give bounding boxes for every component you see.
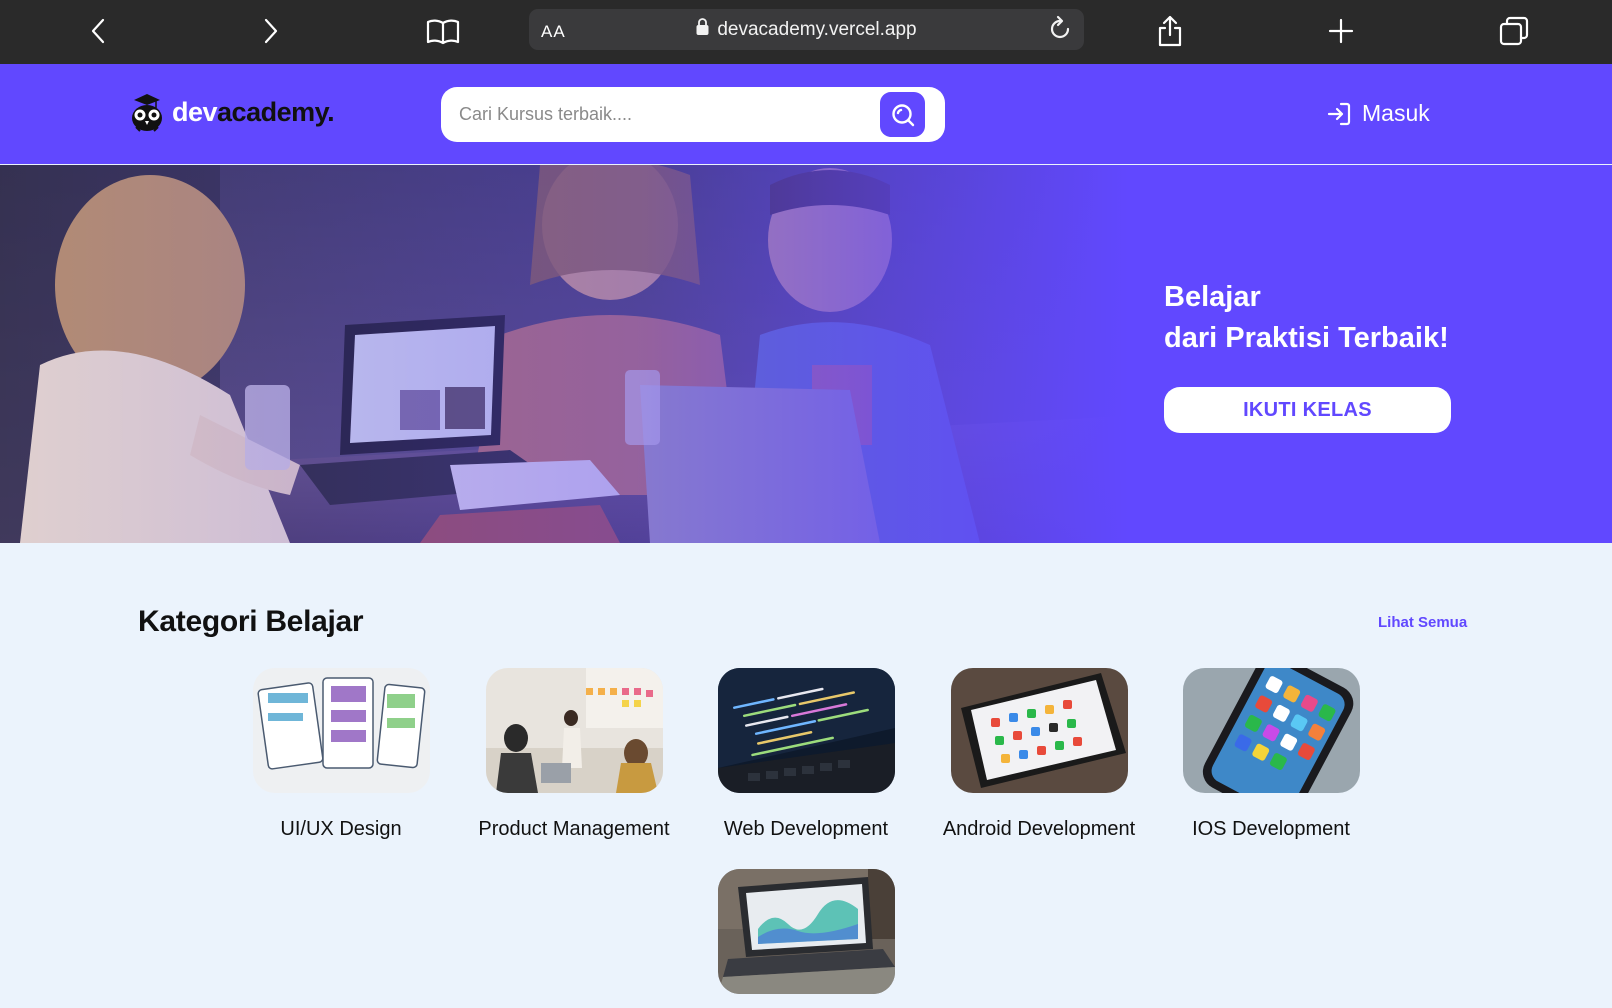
login-button[interactable]: Masuk	[1326, 100, 1430, 127]
chevron-left-icon[interactable]	[81, 13, 117, 49]
search-button[interactable]	[880, 92, 925, 137]
logo-text-dev: dev	[172, 96, 218, 127]
category-thumbnail	[717, 869, 895, 994]
category-thumbnail	[950, 668, 1128, 793]
owl-logo-icon	[132, 94, 162, 132]
category-card-ios-development[interactable]: IOS Development	[1161, 668, 1381, 841]
category-card-product-management[interactable]: Product Management	[464, 668, 684, 841]
category-thumbnail	[1182, 668, 1360, 793]
category-label: IOS Development	[1192, 818, 1350, 840]
category-section-title: Kategori Belajar	[138, 605, 364, 638]
lock-icon	[696, 18, 709, 41]
follow-class-button[interactable]: IKUTI KELAS	[1164, 387, 1451, 433]
plus-icon[interactable]	[1323, 13, 1359, 49]
category-card-android-development[interactable]: Android Development	[929, 668, 1149, 841]
tabs-icon[interactable]	[1496, 13, 1532, 49]
category-thumbnail	[717, 668, 895, 793]
book-icon[interactable]	[425, 13, 461, 49]
hero-headline: Belajar dari Praktisi Terbaik!	[1164, 277, 1449, 359]
search-icon	[891, 103, 914, 126]
category-card-data[interactable]	[696, 869, 916, 1008]
logo-text-academy: academy.	[217, 96, 335, 127]
url-text: devacademy.vercel.app	[717, 18, 917, 40]
category-card-web-development[interactable]: Web Development	[696, 668, 916, 841]
category-label: Android Development	[942, 818, 1136, 840]
site-header: devacademy. Masuk	[0, 64, 1612, 164]
search-input[interactable]	[459, 97, 869, 131]
see-all-link[interactable]: Lihat Semua	[1378, 614, 1467, 631]
category-thumbnail	[252, 668, 430, 793]
reload-icon[interactable]	[1046, 15, 1074, 48]
category-card-uiux[interactable]: UI/UX Design	[231, 668, 451, 841]
hero-headline-line2: dari Praktisi Terbaik!	[1164, 322, 1449, 354]
category-thumbnail	[485, 668, 663, 793]
reader-aa-button[interactable]: AA	[541, 22, 566, 42]
browser-toolbar: AA devacademy.vercel.app	[0, 0, 1612, 64]
site-logo[interactable]: devacademy.	[126, 91, 335, 133]
category-label: Product Management	[478, 818, 670, 840]
category-label: UI/UX Design	[280, 818, 402, 840]
login-icon	[1327, 102, 1351, 125]
login-label: Masuk	[1362, 100, 1430, 126]
hero-headline-line1: Belajar	[1164, 281, 1261, 313]
category-label: Web Development	[723, 818, 889, 840]
address-bar[interactable]: AA devacademy.vercel.app	[529, 9, 1084, 50]
search-box	[441, 87, 945, 142]
share-icon[interactable]	[1152, 13, 1188, 49]
hero-banner: Belajar dari Praktisi Terbaik! IKUTI KEL…	[0, 165, 1612, 543]
chevron-right-icon[interactable]	[252, 13, 288, 49]
